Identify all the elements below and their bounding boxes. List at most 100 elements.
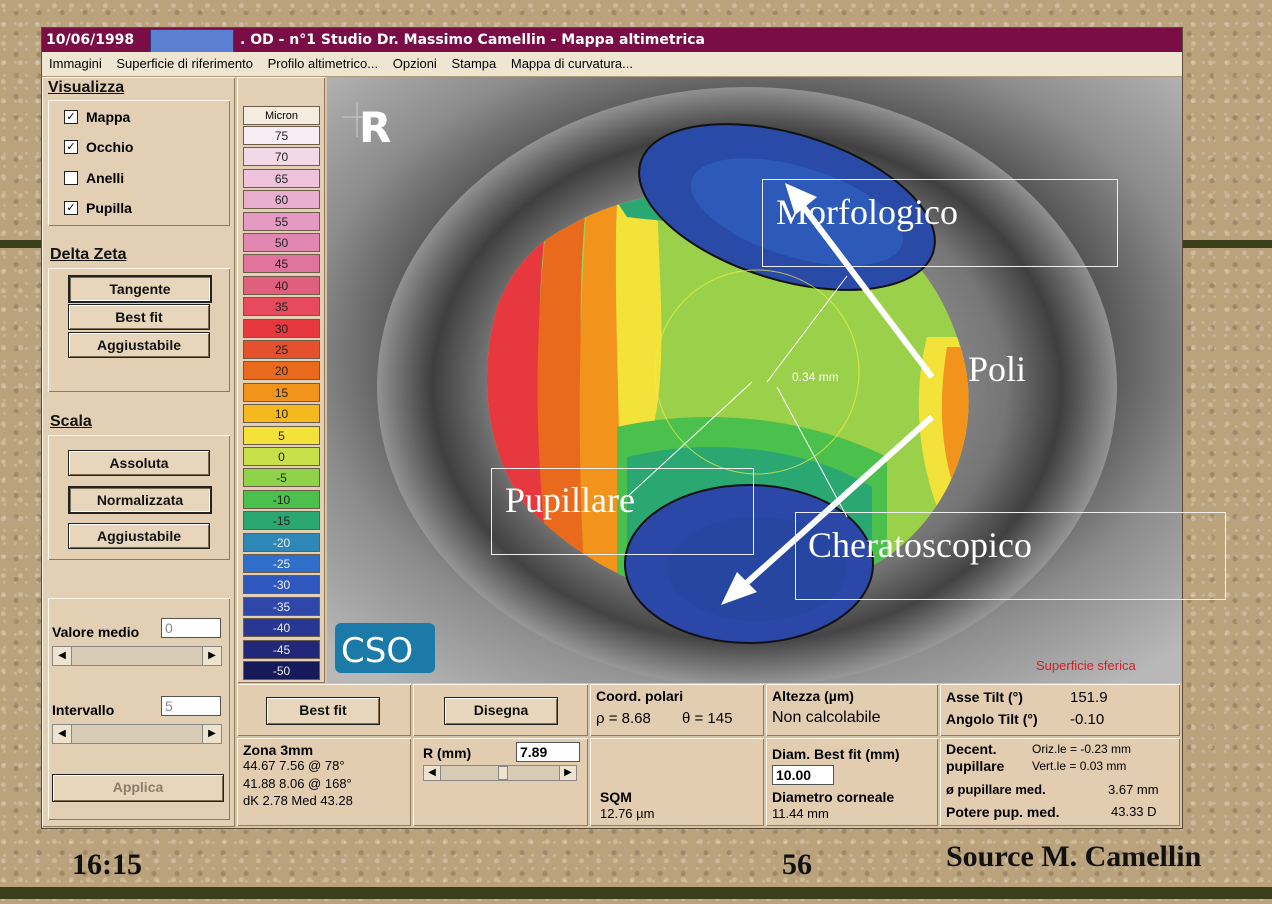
color-scale-cell: -45 xyxy=(243,639,320,659)
oriz-value: Oriz.le = -0.23 mm xyxy=(1032,742,1132,756)
visualizza-title: Visualizza xyxy=(48,79,125,96)
color-scale-cell: 45 xyxy=(243,254,320,274)
diam-corneale-value: 11.44 mm xyxy=(772,806,829,821)
cheratoscopico-label: Cheratoscopico xyxy=(808,525,1032,565)
tilt-cell: Asse Tilt (°) 151.9 Angolo Tilt (°) -0.1… xyxy=(940,684,1180,736)
sqm-value: 12.76 µm xyxy=(600,806,655,821)
pup-med-label: ø pupillare med. xyxy=(946,782,1046,797)
assoluta-button[interactable]: Assoluta xyxy=(68,450,210,476)
diametro-cell: Diam. Best fit (mm) 10.00 Diametro corne… xyxy=(766,738,938,826)
intervallo-label: Intervallo xyxy=(52,702,115,718)
valore-medio-label: Valore medio xyxy=(52,624,140,640)
distance-label: 0.34 mm xyxy=(792,370,839,384)
checkbox-pupilla[interactable]: ✓ Pupilla xyxy=(64,200,132,216)
color-scale-cell: 30 xyxy=(243,318,320,338)
slider-left-arrow-icon[interactable]: ◀ xyxy=(424,766,441,780)
zona-title: Zona 3mm xyxy=(243,742,314,758)
scala-aggiustabile-button[interactable]: Aggiustabile xyxy=(68,523,210,549)
eye-side-label: R xyxy=(359,103,391,152)
intervallo-slider[interactable]: ◀ ▶ xyxy=(52,724,222,744)
morfologico-label: Morfologico xyxy=(776,192,958,232)
altezza-cell: Altezza (µm) Non calcolabile xyxy=(766,684,938,736)
redacted-name-box xyxy=(150,29,234,53)
disegna-button[interactable]: Disegna xyxy=(444,697,558,725)
diam-best-fit-field[interactable]: 10.00 xyxy=(772,765,834,785)
cso-logo-text: CSO xyxy=(341,631,413,671)
color-scale-cell: 40 xyxy=(243,275,320,295)
slider-left-arrow-icon[interactable]: ◀ xyxy=(53,725,72,743)
checkbox-pupilla-box: ✓ xyxy=(64,201,78,215)
color-scale-cell: 70 xyxy=(243,147,320,167)
color-scale-cell: 5 xyxy=(243,425,320,445)
slider-right-arrow-icon[interactable]: ▶ xyxy=(202,647,221,665)
color-scale-cell: 15 xyxy=(243,382,320,402)
menu-profilo[interactable]: Profilo altimetrico... xyxy=(268,56,379,71)
sqm-label: SQM xyxy=(600,789,632,805)
checkbox-mappa[interactable]: ✓ Mappa xyxy=(64,109,130,125)
r-cell: R (mm) 7.89 ◀ ▶ xyxy=(413,738,588,826)
altezza-title: Altezza (µm) xyxy=(772,688,854,704)
normalizzata-button[interactable]: Normalizzata xyxy=(68,486,212,514)
checkbox-anelli-box xyxy=(64,171,78,185)
color-scale-cell: -35 xyxy=(243,596,320,616)
tangente-button[interactable]: Tangente xyxy=(68,275,212,303)
color-scale-cell: -40 xyxy=(243,618,320,638)
menu-superficie[interactable]: Superficie di riferimento xyxy=(116,56,253,71)
pup-med-value: 3.67 mm xyxy=(1108,782,1159,797)
zona-line-3: dK 2.78 Med 43.28 xyxy=(243,793,353,808)
color-scale-cell: 20 xyxy=(243,361,320,381)
color-scale-cell: 10 xyxy=(243,404,320,424)
color-scale-cell: 55 xyxy=(243,211,320,231)
valore-medio-slider[interactable]: ◀ ▶ xyxy=(52,646,222,666)
decentramento-cell: Decent. Oriz.le = -0.23 mm pupillare Ver… xyxy=(940,738,1180,826)
checkbox-anelli[interactable]: Anelli xyxy=(64,170,124,186)
color-scale-cell: -25 xyxy=(243,554,320,573)
intervallo-field[interactable]: 5 xyxy=(161,696,221,716)
slider-thumb[interactable] xyxy=(498,766,508,780)
slider-right-arrow-icon[interactable]: ▶ xyxy=(559,766,576,780)
surface-type-label: Superficie sferica xyxy=(1036,658,1136,673)
menu-opzioni[interactable]: Opzioni xyxy=(393,56,437,71)
delta-aggiustabile-button[interactable]: Aggiustabile xyxy=(68,332,210,358)
checkbox-occhio[interactable]: ✓ Occhio xyxy=(64,139,133,155)
r-slider[interactable]: ◀ ▶ xyxy=(423,765,577,781)
potere-label: Potere pup. med. xyxy=(946,804,1060,820)
slider-left-arrow-icon[interactable]: ◀ xyxy=(53,647,72,665)
color-scale-cell: 35 xyxy=(243,297,320,317)
cso-logo: CSO xyxy=(335,623,435,673)
r-value-field[interactable]: 7.89 xyxy=(516,742,580,762)
menu-mappa-curvatura[interactable]: Mappa di curvatura... xyxy=(511,56,633,71)
slider-right-arrow-icon[interactable]: ▶ xyxy=(202,725,221,743)
checkbox-pupilla-label: Pupilla xyxy=(86,200,132,216)
color-scale-cell: 65 xyxy=(243,168,320,188)
menu-bar: Immagini Superficie di riferimento Profi… xyxy=(42,52,1182,77)
checkbox-occhio-label: Occhio xyxy=(86,139,134,155)
valore-medio-field[interactable]: 0 xyxy=(161,618,221,638)
coord-rho: ρ = 8.68 xyxy=(596,710,651,727)
footer-time: 16:15 xyxy=(72,848,142,881)
color-scale-cell: -20 xyxy=(243,532,320,552)
checkbox-occhio-box: ✓ xyxy=(64,140,78,154)
menu-stampa[interactable]: Stampa xyxy=(451,56,496,71)
diam-corneale-label: Diametro corneale xyxy=(772,789,895,805)
coord-polari-title: Coord. polari xyxy=(596,688,684,704)
color-scale-cell: 75 xyxy=(243,126,320,145)
potere-value: 43.33 D xyxy=(1111,804,1157,819)
zona-cell: Zona 3mm 44.67 7.56 @ 78° 41.88 8.06 @ 1… xyxy=(237,738,411,826)
menu-immagini[interactable]: Immagini xyxy=(49,56,102,71)
poli-label: Poli xyxy=(968,349,1027,389)
altezza-value: Non calcolabile xyxy=(772,709,881,726)
checkbox-anelli-label: Anelli xyxy=(86,170,125,186)
applica-button[interactable]: Applica xyxy=(52,774,224,802)
delta-best-fit-button[interactable]: Best fit xyxy=(68,304,210,330)
checkbox-mappa-label: Mappa xyxy=(86,109,131,125)
best-fit-button[interactable]: Best fit xyxy=(266,697,380,725)
coord-theta: θ = 145 xyxy=(682,710,733,727)
pupillare-label: Pupillare xyxy=(505,480,635,520)
angolo-tilt-value: -0.10 xyxy=(1070,711,1105,728)
coord-polari-cell: Coord. polari ρ = 8.68 θ = 145 xyxy=(590,684,764,736)
delta-zeta-title: Delta Zeta xyxy=(50,246,127,263)
title-text: . OD - n°1 Studio Dr. Massimo Camellin -… xyxy=(240,32,705,48)
asse-tilt-value: 151.9 xyxy=(1070,689,1108,706)
pupillare-label: pupillare xyxy=(946,758,1005,774)
